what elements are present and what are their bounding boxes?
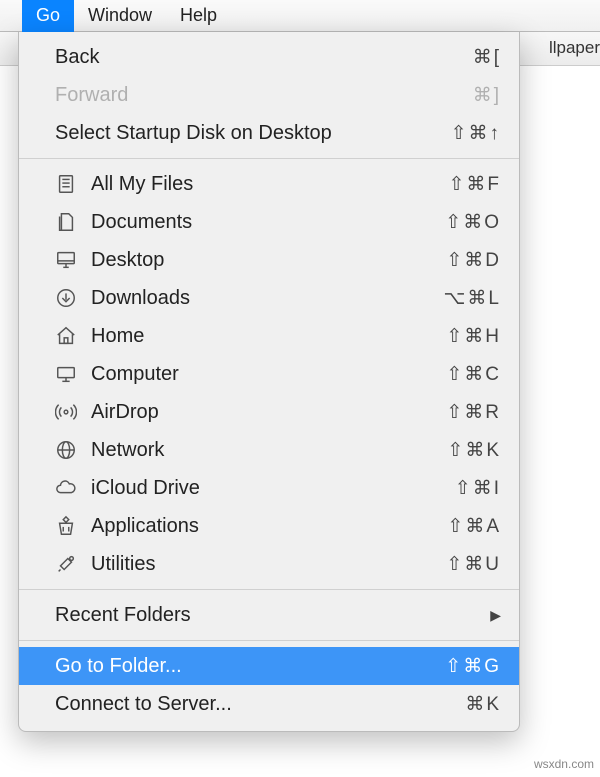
menu-shortcut: ⇧⌘R — [446, 401, 501, 424]
menu-shortcut: ⇧⌘A — [447, 515, 501, 538]
menu-shortcut: ⇧⌘O — [445, 211, 501, 234]
menu-all-my-files[interactable]: All My Files ⇧⌘F — [19, 165, 519, 203]
menu-label: Applications — [91, 515, 447, 538]
computer-icon — [51, 363, 81, 385]
utilities-icon — [51, 553, 81, 575]
downloads-icon — [51, 287, 81, 309]
menu-label: Desktop — [91, 249, 446, 272]
menu-separator — [19, 589, 519, 590]
menu-label: Computer — [91, 363, 446, 386]
menu-icloud-drive[interactable]: iCloud Drive ⇧⌘I — [19, 469, 519, 507]
menubar-help[interactable]: Help — [166, 0, 231, 32]
menu-label: Select Startup Disk on Desktop — [55, 122, 451, 145]
menu-connect-to-server[interactable]: Connect to Server... ⌘K — [19, 685, 519, 723]
menu-shortcut: ⇧⌘↑ — [451, 122, 501, 145]
menu-back[interactable]: Back ⌘[ — [19, 38, 519, 76]
menu-label: Utilities — [91, 553, 446, 576]
menu-label: Go to Folder... — [55, 655, 445, 678]
menu-home[interactable]: Home ⇧⌘H — [19, 317, 519, 355]
menu-shortcut: ⇧⌘F — [448, 173, 501, 196]
airdrop-icon — [51, 401, 81, 423]
applications-icon — [51, 515, 81, 537]
menu-forward: Forward ⌘] — [19, 76, 519, 114]
menu-shortcut: ⌘K — [465, 693, 501, 716]
desktop-icon — [51, 249, 81, 271]
menu-shortcut: ⇧⌘U — [446, 553, 501, 576]
network-icon — [51, 439, 81, 461]
menu-separator — [19, 158, 519, 159]
menu-label: AirDrop — [91, 401, 446, 424]
documents-icon — [51, 211, 81, 233]
menu-shortcut: ⇧⌘D — [446, 249, 501, 272]
menu-label: Documents — [91, 211, 445, 234]
menu-documents[interactable]: Documents ⇧⌘O — [19, 203, 519, 241]
menu-shortcut: ⇧⌘I — [455, 477, 501, 500]
menubar-go[interactable]: Go — [22, 0, 74, 32]
menu-computer[interactable]: Computer ⇧⌘C — [19, 355, 519, 393]
menu-go-to-folder[interactable]: Go to Folder... ⇧⌘G — [19, 647, 519, 685]
path-fragment: llpaper — [549, 38, 600, 58]
menu-downloads[interactable]: Downloads ⌥⌘L — [19, 279, 519, 317]
menu-label: Downloads — [91, 287, 444, 310]
menu-label: Network — [91, 439, 447, 462]
watermark: wsxdn.com — [534, 757, 594, 771]
home-icon — [51, 325, 81, 347]
menu-shortcut: ⌘] — [473, 84, 501, 107]
menu-utilities[interactable]: Utilities ⇧⌘U — [19, 545, 519, 583]
menu-network[interactable]: Network ⇧⌘K — [19, 431, 519, 469]
menu-label: Recent Folders — [55, 604, 490, 627]
menu-shortcut: ⇧⌘C — [446, 363, 501, 386]
menu-shortcut: ⇧⌘H — [446, 325, 501, 348]
go-menu-dropdown: Back ⌘[ Forward ⌘] Select Startup Disk o… — [18, 32, 520, 732]
menu-shortcut: ⇧⌘G — [445, 655, 501, 678]
menu-label: Back — [55, 46, 473, 69]
menu-label: Connect to Server... — [55, 693, 465, 716]
menu-label: iCloud Drive — [91, 477, 455, 500]
menu-label: All My Files — [91, 173, 448, 196]
menu-select-startup-disk[interactable]: Select Startup Disk on Desktop ⇧⌘↑ — [19, 114, 519, 152]
menu-recent-folders[interactable]: Recent Folders ▶ — [19, 596, 519, 634]
menubar: Go Window Help — [0, 0, 600, 32]
menu-separator — [19, 640, 519, 641]
icloud-icon — [51, 477, 81, 499]
menubar-window[interactable]: Window — [74, 0, 166, 32]
menu-airdrop[interactable]: AirDrop ⇧⌘R — [19, 393, 519, 431]
menu-shortcut: ⌥⌘L — [444, 287, 501, 310]
menu-shortcut: ⌘[ — [473, 46, 501, 69]
menu-label: Forward — [55, 84, 473, 107]
all-files-icon — [51, 173, 81, 195]
menu-desktop[interactable]: Desktop ⇧⌘D — [19, 241, 519, 279]
menu-shortcut: ⇧⌘K — [447, 439, 501, 462]
chevron-right-icon: ▶ — [490, 607, 501, 624]
menu-label: Home — [91, 325, 446, 348]
menu-applications[interactable]: Applications ⇧⌘A — [19, 507, 519, 545]
